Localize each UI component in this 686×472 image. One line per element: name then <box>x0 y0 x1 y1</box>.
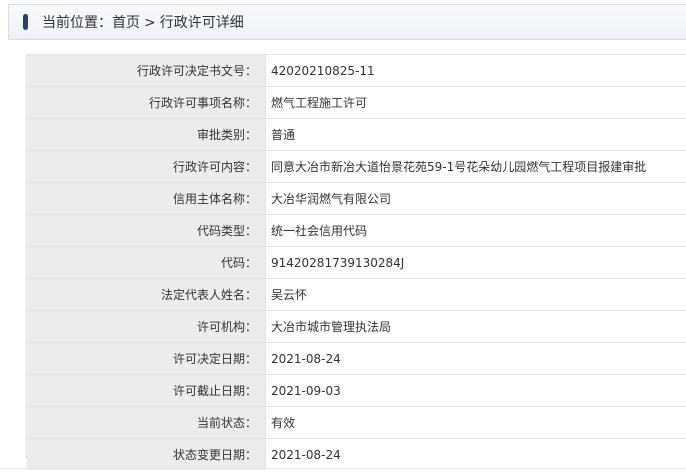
field-label: 当前状态： <box>27 406 266 439</box>
field-label: 审批类别： <box>27 118 266 151</box>
field-value: 普通 <box>265 118 686 151</box>
table-row: 许可决定日期： 2021-08-24 <box>27 342 686 375</box>
field-value: 2021-08-24 <box>265 438 686 470</box>
table-row: 行政许可决定书文号： 42020210825-11 <box>27 55 686 87</box>
table-row: 审批类别： 普通 <box>27 118 686 151</box>
field-value: 91420281739130284J <box>265 246 686 279</box>
table-row: 行政许可内容： 同意大冶市新冶大道怡景花苑59-1号花朵幼儿园燃气工程项目报建审… <box>27 150 686 183</box>
field-value: 燃气工程施工许可 <box>265 86 686 119</box>
breadcrumb-current: 行政许可详细 <box>159 15 244 31</box>
field-label: 许可决定日期： <box>27 342 266 375</box>
field-label: 信用主体名称： <box>27 182 266 215</box>
table-row: 许可截止日期： 2021-09-03 <box>27 374 686 407</box>
field-label: 行政许可决定书文号： <box>27 55 266 87</box>
field-value: 2021-08-24 <box>265 342 686 375</box>
table-row: 状态变更日期： 2021-08-24 <box>27 438 686 470</box>
table-row: 法定代表人姓名： 吴云怀 <box>27 278 686 311</box>
table-row: 当前状态： 有效 <box>27 406 686 439</box>
table-row: 行政许可事项名称： 燃气工程施工许可 <box>27 86 686 119</box>
field-value: 大冶市城市管理执法局 <box>265 310 686 343</box>
field-value: 大冶华润燃气有限公司 <box>265 182 686 215</box>
field-value: 2021-09-03 <box>265 374 686 407</box>
field-label: 行政许可事项名称： <box>27 86 266 119</box>
page: 当前位置：首页 > 行政许可详细 行政许可决定书文号： 42020210825-11… <box>0 0 686 472</box>
detail-table-container: 行政许可决定书文号： 42020210825-11 行政许可事项名称： 燃气工程… <box>26 54 686 470</box>
marker-icon <box>23 14 28 30</box>
field-label: 状态变更日期： <box>27 438 266 470</box>
field-label: 法定代表人姓名： <box>27 278 266 311</box>
field-value: 有效 <box>265 406 686 439</box>
field-label: 行政许可内容： <box>27 150 266 183</box>
field-label: 许可机构： <box>27 310 266 343</box>
breadcrumb-location-label: 当前位置： <box>42 15 112 31</box>
field-label: 代码类型： <box>27 214 266 247</box>
table-row: 代码： 91420281739130284J <box>27 246 686 279</box>
field-value: 42020210825-11 <box>265 55 686 87</box>
field-value: 同意大冶市新冶大道怡景花苑59-1号花朵幼儿园燃气工程项目报建审批 <box>265 150 686 183</box>
field-label: 代码： <box>27 246 266 279</box>
breadcrumb-home-link[interactable]: 首页 <box>112 15 140 31</box>
breadcrumb-bar: 当前位置：首页 > 行政许可详细 <box>8 4 686 40</box>
field-value: 统一社会信用代码 <box>265 214 686 247</box>
table-row: 许可机构： 大冶市城市管理执法局 <box>27 310 686 343</box>
breadcrumb-separator: > <box>144 15 156 31</box>
table-row: 代码类型： 统一社会信用代码 <box>27 214 686 247</box>
field-label: 许可截止日期： <box>27 374 266 407</box>
breadcrumb: 当前位置：首页 > 行政许可详细 <box>42 12 244 32</box>
bottom-divider <box>0 468 686 469</box>
detail-table: 行政许可决定书文号： 42020210825-11 行政许可事项名称： 燃气工程… <box>27 55 686 470</box>
table-row: 信用主体名称： 大冶华润燃气有限公司 <box>27 182 686 215</box>
field-value: 吴云怀 <box>265 278 686 311</box>
